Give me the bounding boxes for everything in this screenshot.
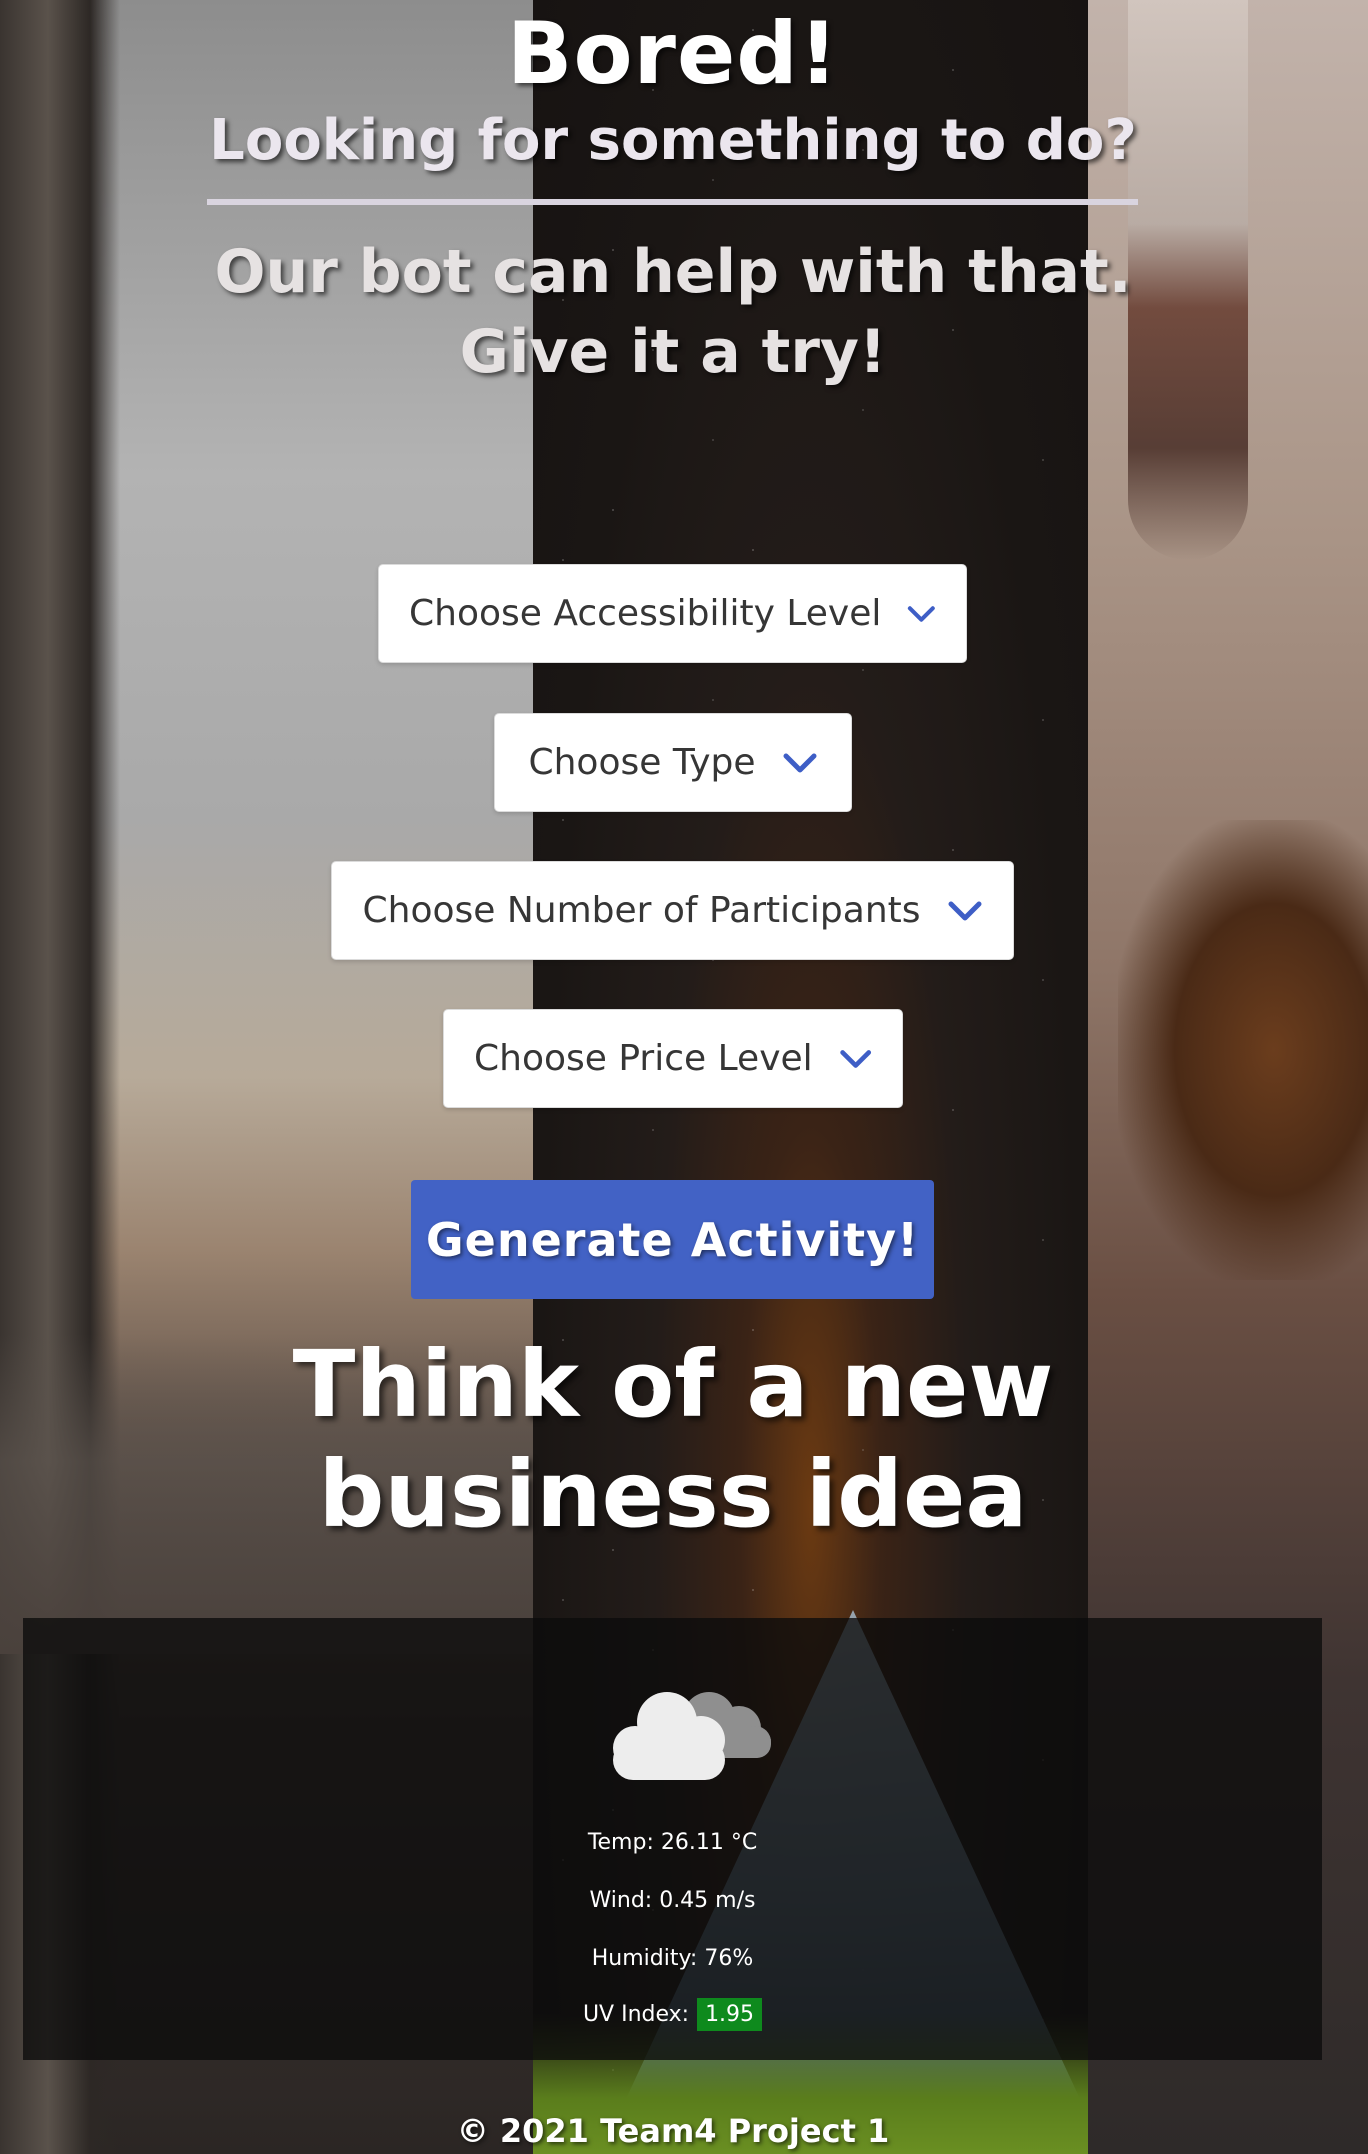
price-level-label: Choose Price Level <box>474 1038 813 1079</box>
chevron-down-icon <box>783 753 817 772</box>
participants-select[interactable]: Choose Number of Participants <box>331 861 1014 960</box>
footer-copyright: © 2021 Team4 Project 1 <box>456 2112 890 2150</box>
price-level-select[interactable]: Choose Price Level <box>443 1009 903 1108</box>
weather-panel: Temp: 26.11 °C Wind: 0.45 m/s Humidity: … <box>23 1618 1322 2060</box>
cloudy-icon <box>613 1692 771 1780</box>
uv-index-label: UV Index: <box>582 2002 690 2027</box>
accessibility-level-select[interactable]: Choose Accessibility Level <box>378 564 967 663</box>
tagline-line-1: Our bot can help with that. <box>214 237 1132 307</box>
guitar-shape <box>1118 820 1368 1280</box>
title-divider <box>207 199 1138 205</box>
type-label: Choose Type <box>528 742 756 783</box>
tagline: Our bot can help with that. Give it a tr… <box>0 232 1346 392</box>
accessibility-level-label: Choose Accessibility Level <box>409 593 882 634</box>
chevron-down-icon <box>908 605 936 622</box>
chevron-down-icon <box>839 1049 871 1068</box>
site-subtitle: Looking for something to do? <box>209 108 1137 173</box>
tagline-line-2: Give it a try! <box>459 317 887 387</box>
activity-result-text: Think of a new business idea <box>292 1331 1054 1548</box>
weather-uv-row: UV Index: 1.95 <box>23 1998 1322 2031</box>
type-select[interactable]: Choose Type <box>494 713 852 812</box>
generate-activity-button[interactable]: Generate Activity! <box>411 1180 934 1299</box>
weather-temperature: Temp: 26.11 °C <box>587 1830 758 1855</box>
weather-humidity: Humidity: 76% <box>591 1946 754 1971</box>
uv-index-badge: 1.95 <box>697 1998 763 2031</box>
weather-wind: Wind: 0.45 m/s <box>589 1888 756 1913</box>
site-title: Bored! <box>506 4 840 104</box>
chevron-down-icon <box>948 901 982 920</box>
participants-label: Choose Number of Participants <box>362 890 921 931</box>
